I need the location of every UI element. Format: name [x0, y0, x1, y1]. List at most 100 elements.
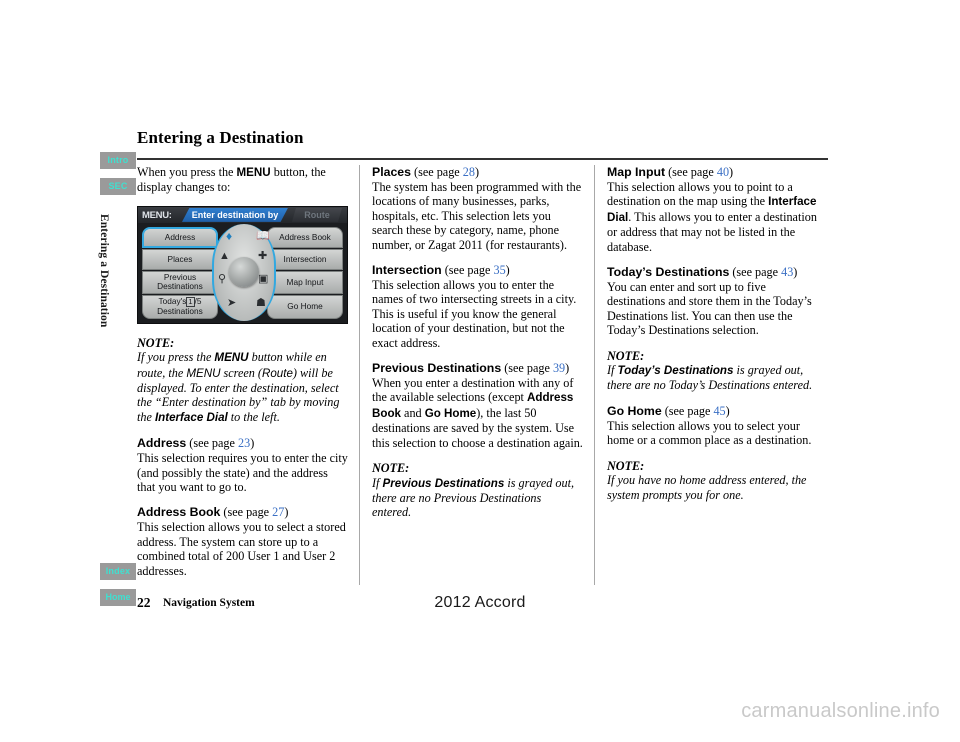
page-title: Entering a Destination — [137, 128, 304, 147]
section-todays-destinations-page-link[interactable]: 43 — [781, 265, 793, 279]
section-previous-destinations-heading: Previous Destinations (see page 39) — [372, 361, 583, 376]
section-map-input: Map Input (see page 40) This selection a… — [607, 165, 818, 254]
nav-tab-enter-destination-by[interactable]: Enter destination by — [182, 207, 288, 222]
sidebar-tabs-top: Intro SEC — [100, 152, 136, 204]
title-divider-rule — [137, 158, 828, 160]
note-1-seg3: screen ( — [220, 365, 262, 380]
section-address-title: Address — [137, 436, 187, 451]
note-block-3: NOTE: If Today’s Destinations is grayed … — [607, 349, 818, 393]
section-address-ref-open: (see page — [186, 436, 238, 451]
navigation-menu-screenshot: MENU: Enter destination by Route Address… — [137, 205, 348, 324]
todays-prefix: Today's — [158, 296, 187, 307]
section-todays-destinations-heading: Today’s Destinations (see page 43) — [607, 265, 818, 280]
section-previous-destinations-ref-open: (see page — [501, 361, 553, 376]
section-go-home-title: Go Home — [607, 403, 662, 418]
section-places-ref-open: (see page — [410, 165, 463, 179]
model-label: 2012 Accord — [434, 594, 526, 611]
note-3-seg1: If — [607, 363, 618, 378]
section-go-home-ref-close: ) — [725, 403, 730, 418]
magnifier-map-icon: ⚲ — [218, 272, 227, 285]
nav-button-address-book[interactable]: Address Book — [267, 226, 343, 248]
column-1: When you press the MENU button, the disp… — [137, 165, 348, 578]
pin-route-icon: ➤ — [227, 296, 237, 309]
section-map-input-ref-close: ) — [729, 165, 734, 179]
nav-button-previous-destinations[interactable]: Previous Destinations — [142, 270, 218, 294]
section-places-body: The system has been programmed with the … — [372, 180, 582, 252]
section-address-book: Address Book (see page 27) This selectio… — [137, 505, 348, 578]
nav-button-todays-destinations[interactable]: Today's 1/5 Destinations — [142, 294, 218, 319]
section-previous-destinations-title: Previous Destinations — [372, 361, 502, 376]
nav-button-go-home[interactable]: Go Home — [267, 294, 343, 319]
section-previous-destinations-page-link[interactable]: 39 — [553, 361, 565, 375]
nav-button-places[interactable]: Places — [142, 248, 218, 270]
section-go-home-ref-open: (see page — [661, 403, 714, 418]
section-go-home-body: This selection allows you to select your… — [607, 418, 812, 448]
house-icon: ☗ — [256, 296, 266, 309]
interface-dial-knob[interactable] — [229, 257, 259, 288]
nav-screen-topbar: MENU: Enter destination by Route — [138, 206, 347, 223]
intro-paragraph: When you press the MENU button, the disp… — [137, 165, 348, 195]
note-3-label: NOTE: — [607, 348, 645, 363]
section-todays-destinations-ref-open: (see page — [729, 265, 782, 280]
gem-icon: ♦ — [226, 228, 233, 243]
mi-seg1: This selection allows you to point to a … — [607, 180, 793, 209]
note-1-route-ref: Route — [261, 366, 293, 380]
section-address-book-body: This selection allows you to select a st… — [137, 520, 346, 578]
mi-seg2: . This allows you to enter a destination… — [607, 209, 817, 254]
column-divider-2 — [594, 165, 595, 585]
section-intersection-page-link[interactable]: 35 — [493, 263, 505, 277]
section-places-heading: Places (see page 28) — [372, 165, 583, 180]
section-places-page-link[interactable]: 28 — [463, 165, 475, 179]
nav-button-address[interactable]: Address — [142, 226, 218, 248]
note-1-menu-ref: MENU — [214, 351, 249, 365]
note-3-todays-destinations-ref: Today’s Destinations — [617, 364, 734, 378]
section-address-heading: Address (see page 23) — [137, 436, 348, 451]
section-intersection-title: Intersection — [372, 263, 442, 278]
nav-center-oval: ♦ 📖 ▲ ✚ ⚲ ▣ ➤ ☗ — [212, 223, 276, 321]
note-2-body: If Previous Destinations is grayed out, … — [372, 476, 583, 520]
sidebar-tab-sec[interactable]: SEC — [100, 178, 136, 195]
note-1-label: NOTE: — [137, 335, 175, 350]
nav-tab-route[interactable]: Route — [292, 207, 342, 222]
section-map-input-page-link[interactable]: 40 — [717, 165, 729, 179]
note-1-interface-dial-ref: Interface Dial — [154, 410, 228, 424]
note-2-seg1: If — [372, 475, 383, 490]
section-address-body: This selection requires you to enter the… — [137, 451, 348, 495]
section-intersection-heading: Intersection (see page 35) — [372, 263, 583, 278]
column-divider-1 — [359, 165, 360, 585]
column-3: Map Input (see page 40) This selection a… — [607, 165, 818, 502]
menu-button-reference: MENU — [236, 166, 271, 179]
section-map-input-ref-open: (see page — [665, 165, 717, 179]
sidebar-tab-index[interactable]: Index — [100, 563, 136, 580]
section-places: Places (see page 28) The system has been… — [372, 165, 583, 252]
section-address-page-link[interactable]: 23 — [238, 436, 250, 450]
todays-total: /5 — [194, 296, 202, 307]
nav-button-map-input[interactable]: Map Input — [267, 270, 343, 294]
section-go-home: Go Home (see page 45) This selection all… — [607, 404, 818, 448]
sidebar-tab-intro[interactable]: Intro — [100, 152, 136, 169]
section-intersection-ref-open: (see page — [441, 263, 494, 278]
column-2: Places (see page 28) The system has been… — [372, 165, 583, 520]
section-previous-destinations: Previous Destinations (see page 39) When… — [372, 361, 583, 450]
note-2-previous-destinations-ref: Previous Destinations — [382, 476, 505, 490]
section-todays-destinations-ref-close: ) — [793, 265, 798, 280]
section-todays-destinations: Today’s Destinations (see page 43) You c… — [607, 265, 818, 338]
section-go-home-page-link[interactable]: 45 — [713, 404, 725, 418]
note-block-2: NOTE: If Previous Destinations is grayed… — [372, 461, 583, 520]
section-previous-destinations-ref-close: ) — [565, 361, 570, 376]
section-address: Address (see page 23) This selection req… — [137, 436, 348, 494]
watermark: carmanualsonline.info — [741, 700, 940, 722]
road-icon: ▲ — [219, 249, 230, 262]
section-previous-destinations-body: When you enter a destination with any of… — [372, 376, 583, 450]
section-intersection: Intersection (see page 35) This selectio… — [372, 263, 583, 350]
section-map-input-heading: Map Input (see page 40) — [607, 165, 818, 180]
nav-button-previous-destinations-line2: Destinations — [157, 281, 203, 292]
section-address-book-page-link[interactable]: 27 — [272, 505, 284, 519]
nav-button-intersection[interactable]: Intersection — [267, 248, 343, 270]
content-columns: When you press the MENU button, the disp… — [137, 165, 837, 585]
note-1-menu-screen-ref: MENU — [186, 366, 221, 380]
section-map-input-body: This selection allows you to point to a … — [607, 180, 818, 254]
note-block-1: NOTE: If you press the MENU button while… — [137, 336, 348, 425]
note-block-4: NOTE: If you have no home address entere… — [607, 459, 818, 502]
map-icon: ▣ — [258, 272, 269, 285]
